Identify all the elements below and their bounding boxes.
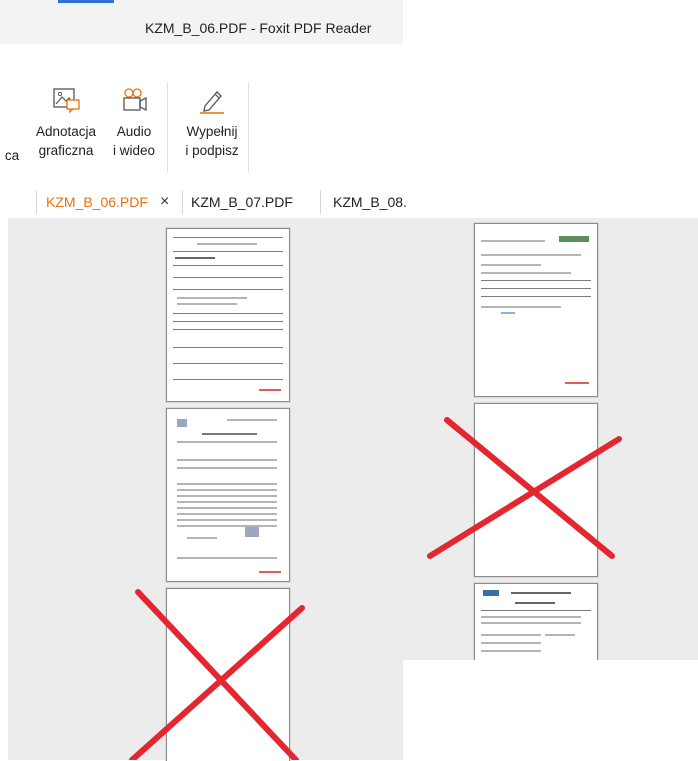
cross-marks xyxy=(129,417,622,760)
cross-mark-left xyxy=(129,589,305,760)
cross-mark-right xyxy=(427,417,622,559)
